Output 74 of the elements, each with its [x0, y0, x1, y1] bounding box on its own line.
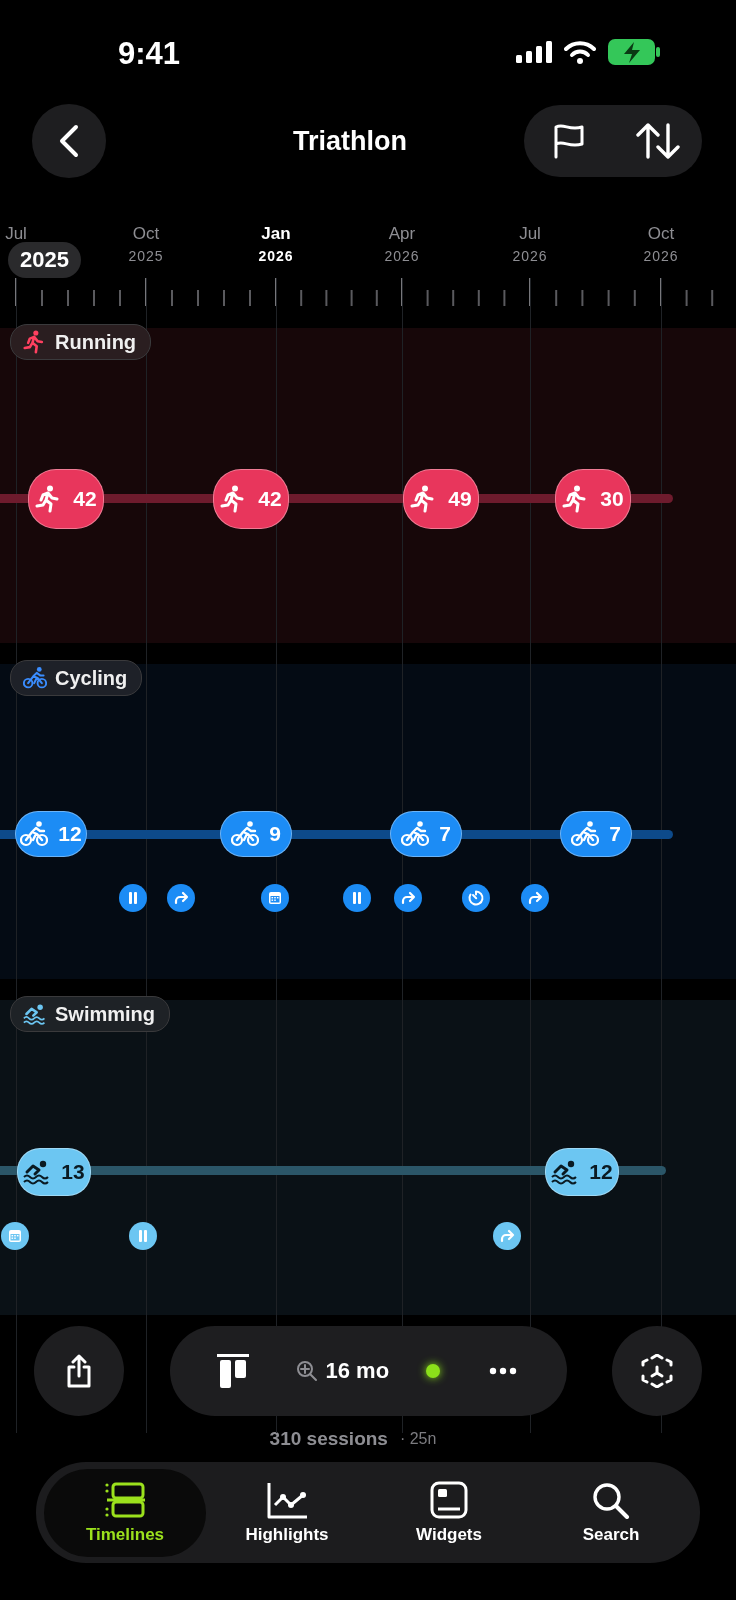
session-count: 12	[58, 822, 82, 846]
session-count: 42	[73, 487, 97, 511]
pause-icon[interactable]	[343, 884, 371, 912]
timelines-icon	[103, 1480, 147, 1519]
screen-title: Triathlon	[293, 125, 407, 157]
year-label: 2025	[128, 248, 164, 264]
redo-icon[interactable]	[493, 1222, 521, 1250]
redo-icon[interactable]	[521, 884, 549, 912]
battery-icon	[608, 39, 660, 65]
cyclist-icon	[20, 820, 49, 848]
summary-note: · 25n	[399, 1430, 437, 1448]
tab[interactable]: Highlights	[206, 1468, 368, 1557]
calendar-icon[interactable]	[261, 884, 289, 912]
cyclist-icon	[401, 820, 430, 848]
month-label: Jul	[519, 224, 541, 244]
cube-icon	[641, 1354, 673, 1388]
lane-title: Running	[55, 330, 137, 354]
status-time: 9:41	[118, 36, 181, 72]
zoom-icon	[295, 1360, 318, 1382]
swimmer-icon	[23, 1001, 47, 1027]
signal-icon	[516, 41, 552, 63]
session-total: 310 sessions	[269, 1428, 388, 1450]
zoom-level[interactable]: 16 mo	[325, 1358, 390, 1384]
session-count: 12	[589, 1160, 613, 1184]
tab[interactable]: Search	[530, 1468, 692, 1557]
session-pill[interactable]: 42	[28, 469, 104, 529]
cyclist-icon	[571, 820, 600, 848]
lane-label[interactable]: Cycling	[10, 660, 143, 696]
session-count: 9	[269, 822, 281, 846]
wifi-icon	[564, 40, 596, 64]
flag-icon	[551, 123, 586, 159]
back-icon	[58, 124, 80, 158]
tab[interactable]: Widgets	[368, 1468, 530, 1557]
pause-icon[interactable]	[119, 884, 147, 912]
lane-label[interactable]: Swimming	[10, 996, 170, 1032]
lane-title: Cycling	[55, 666, 128, 690]
redo-icon[interactable]	[394, 884, 422, 912]
session-count: 7	[609, 822, 621, 846]
month-label: Apr	[388, 224, 416, 244]
calendar-icon[interactable]	[1, 1222, 29, 1250]
session-count: 42	[258, 487, 282, 511]
share-icon	[65, 1354, 93, 1388]
month-label: Jan	[261, 224, 291, 244]
more-icon	[488, 1367, 517, 1375]
month-label: Oct	[132, 224, 160, 244]
year-label: 2026	[258, 248, 294, 264]
tab[interactable]: Timelines	[44, 1468, 206, 1557]
chart-icon	[265, 1480, 309, 1519]
session-pill[interactable]: 30	[555, 469, 631, 529]
cyclist-icon	[231, 820, 260, 848]
year-label: 2026	[643, 248, 679, 264]
session-pill[interactable]: 42	[213, 469, 289, 529]
swimmer-icon	[551, 1158, 580, 1186]
session-pill[interactable]: 12	[545, 1148, 619, 1196]
lane-label[interactable]: Running	[10, 324, 152, 360]
session-count: 49	[448, 487, 472, 511]
session-count: 30	[600, 487, 624, 511]
session-count: 13	[61, 1160, 85, 1184]
align-top-icon	[217, 1354, 250, 1388]
redo-icon[interactable]	[167, 884, 195, 912]
year-label: 2026	[384, 248, 420, 264]
year-label: 2026	[512, 248, 548, 264]
session-pill[interactable]: 13	[17, 1148, 91, 1196]
pause-icon[interactable]	[129, 1222, 157, 1250]
swimmer-icon	[23, 1158, 52, 1186]
month-label: Oct	[647, 224, 675, 244]
sort-icon	[635, 122, 680, 160]
timer-icon[interactable]	[462, 884, 490, 912]
lane-title: Swimming	[55, 1002, 155, 1026]
month-label: Jul	[5, 224, 27, 244]
year-badge: 2025	[8, 242, 81, 278]
session-count: 7	[439, 822, 451, 846]
cyclist-icon	[23, 665, 47, 691]
session-pill[interactable]: 49	[403, 469, 479, 529]
